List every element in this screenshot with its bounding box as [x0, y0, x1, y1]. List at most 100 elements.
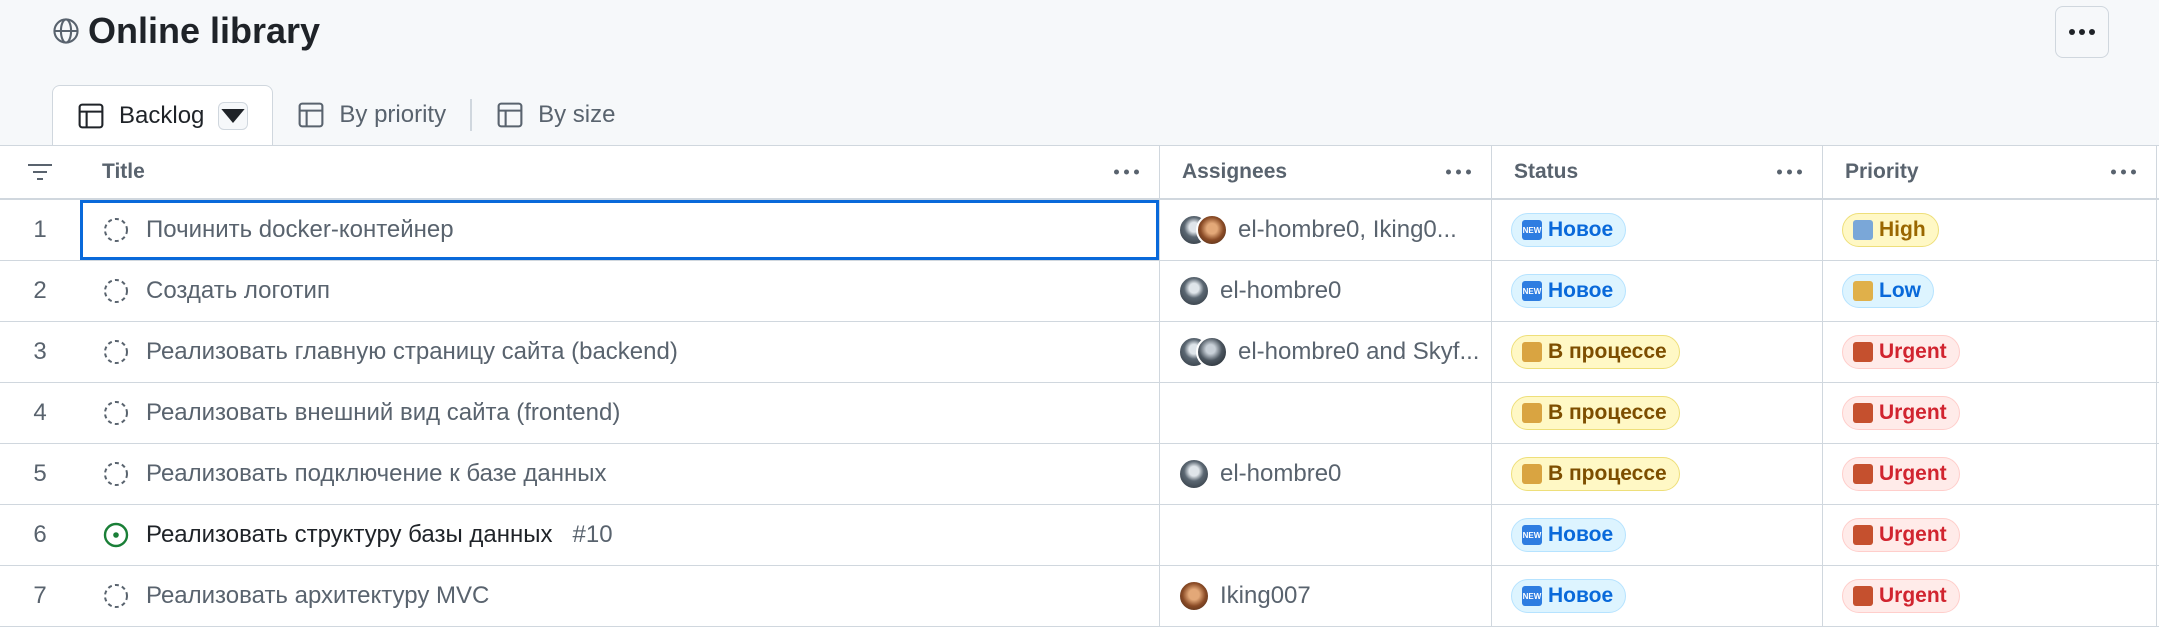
title-cell[interactable]: Реализовать структуру базы данных #10 — [80, 505, 1160, 565]
column-menu-icon[interactable] — [1777, 169, 1802, 175]
project-title: Online library — [52, 10, 320, 52]
status-cell[interactable]: В процессе — [1492, 383, 1823, 443]
assignees-cell[interactable]: el-hombre0 — [1160, 261, 1492, 321]
high-priority-emoji-icon — [1853, 220, 1873, 240]
priority-cell[interactable]: Urgent — [1823, 322, 2157, 382]
assignees-cell[interactable]: el-hombre0 — [1160, 444, 1492, 504]
title-cell[interactable]: Починить docker-контейнер — [80, 200, 1160, 260]
column-header-priority[interactable]: Priority — [1823, 146, 2157, 198]
draft-issue-icon — [104, 340, 128, 364]
column-header-status[interactable]: Status — [1492, 146, 1823, 198]
priority-cell[interactable]: Low — [1823, 261, 2157, 321]
triangle-down-icon — [221, 109, 246, 123]
item-title[interactable]: Починить docker-контейнер — [146, 216, 454, 244]
priority-badge: Low — [1842, 274, 1934, 308]
avatar — [1178, 275, 1210, 307]
assignees-cell[interactable]: el-hombre0, Iking0... — [1160, 200, 1492, 260]
status-label: Новое — [1548, 279, 1614, 302]
status-cell[interactable]: NEW Новое — [1492, 505, 1823, 565]
issue-number: #10 — [572, 521, 613, 548]
page-title: Online library — [88, 10, 321, 51]
title-cell[interactable]: Реализовать главную страницу сайта (back… — [80, 322, 1160, 382]
item-title[interactable]: Реализовать структуру базы данных — [146, 521, 553, 549]
status-label: Новое — [1548, 218, 1614, 241]
volcano-emoji-icon — [1853, 586, 1873, 606]
assignees-cell[interactable] — [1160, 383, 1492, 443]
item-title[interactable]: Реализовать главную страницу сайта (back… — [146, 338, 678, 366]
row-number: 3 — [33, 338, 47, 365]
low-priority-emoji-icon — [1853, 281, 1873, 301]
row-number: 2 — [33, 277, 47, 304]
status-badge: NEW Новое — [1511, 518, 1627, 552]
item-title[interactable]: Реализовать архитектуру MVC — [146, 582, 489, 610]
volcano-emoji-icon — [1853, 525, 1873, 545]
draft-issue-icon — [104, 401, 128, 425]
priority-cell[interactable]: High — [1823, 200, 2157, 260]
assignees-cell[interactable] — [1160, 505, 1492, 565]
avatar — [1196, 214, 1228, 246]
new-emoji-icon: NEW — [1522, 525, 1542, 545]
column-menu-icon[interactable] — [2111, 169, 2136, 175]
construction-emoji-icon — [1522, 342, 1542, 362]
assignees-cell[interactable]: el-hombre0 and Skyf... — [1160, 322, 1492, 382]
priority-label: Urgent — [1879, 584, 1947, 607]
column-label: Status — [1514, 160, 1579, 183]
column-menu-icon[interactable] — [1114, 169, 1139, 175]
status-cell[interactable]: NEW Новое — [1492, 566, 1823, 626]
title-cell[interactable]: Реализовать подключение к базе данных — [80, 444, 1160, 504]
status-cell[interactable]: NEW Новое — [1492, 261, 1823, 321]
assignees-cell[interactable]: Iking007 — [1160, 566, 1492, 626]
priority-cell[interactable]: Urgent — [1823, 444, 2157, 504]
status-cell[interactable]: NEW Новое — [1492, 200, 1823, 260]
column-header-assignees[interactable]: Assignees — [1160, 146, 1492, 198]
tab-label: By priority — [339, 101, 447, 128]
priority-cell[interactable]: Urgent — [1823, 383, 2157, 443]
avatar — [1196, 336, 1228, 368]
item-title[interactable]: Создать логотип — [146, 277, 330, 305]
table-row: 5 Реализовать подключение к базе данных … — [0, 444, 2159, 505]
status-label: Новое — [1548, 584, 1614, 607]
tab-by-priority[interactable]: By priority — [273, 85, 470, 145]
title-cell[interactable]: Реализовать архитектуру MVC — [80, 566, 1160, 626]
column-header-title[interactable]: Title — [80, 146, 1160, 198]
filter-column-header[interactable] — [0, 146, 80, 198]
tab-label: By size — [538, 101, 616, 128]
kebab-horizontal-icon — [2069, 29, 2095, 35]
table-row: 1 Починить docker-контейнер el-hombre0, … — [0, 200, 2159, 261]
row-number: 1 — [33, 216, 47, 243]
assignees-text: el-hombre0, Iking0... — [1238, 216, 1457, 243]
avatar-stack — [1178, 336, 1228, 368]
status-cell[interactable]: В процессе — [1492, 444, 1823, 504]
column-menu-icon[interactable] — [1446, 169, 1471, 175]
title-cell[interactable]: Создать логотип — [80, 261, 1160, 321]
priority-badge: High — [1842, 213, 1939, 247]
view-tabs: Backlog By priority By size — [52, 85, 639, 146]
status-cell[interactable]: В процессе — [1492, 322, 1823, 382]
avatar-stack — [1178, 275, 1210, 307]
tab-backlog[interactable]: Backlog — [52, 85, 274, 146]
column-label: Title — [102, 160, 145, 183]
row-number: 4 — [33, 399, 47, 426]
draft-issue-icon — [104, 584, 128, 608]
table-row: 6 Реализовать структуру базы данных #10 … — [0, 505, 2159, 566]
column-label: Priority — [1845, 160, 1919, 183]
item-title[interactable]: Реализовать внешний вид сайта (frontend) — [146, 399, 620, 427]
assignees-text: el-hombre0 and Skyf... — [1238, 338, 1480, 365]
priority-cell[interactable]: Urgent — [1823, 505, 2157, 565]
title-cell[interactable]: Реализовать внешний вид сайта (frontend) — [80, 383, 1160, 443]
priority-label: Urgent — [1879, 340, 1947, 363]
row-number: 7 — [33, 582, 47, 609]
volcano-emoji-icon — [1853, 464, 1873, 484]
item-title[interactable]: Реализовать подключение к базе данных — [146, 460, 607, 488]
volcano-emoji-icon — [1853, 342, 1873, 362]
tab-label: Backlog — [119, 102, 205, 129]
priority-badge: Urgent — [1842, 457, 1960, 491]
project-more-button[interactable] — [2055, 6, 2109, 58]
tab-by-size[interactable]: By size — [472, 85, 639, 145]
priority-cell[interactable]: Urgent — [1823, 566, 2157, 626]
draft-issue-icon — [104, 462, 128, 486]
avatar-stack — [1178, 458, 1210, 490]
globe-icon — [53, 18, 79, 44]
view-options-button[interactable] — [218, 102, 249, 130]
status-badge: В процессе — [1511, 335, 1680, 369]
